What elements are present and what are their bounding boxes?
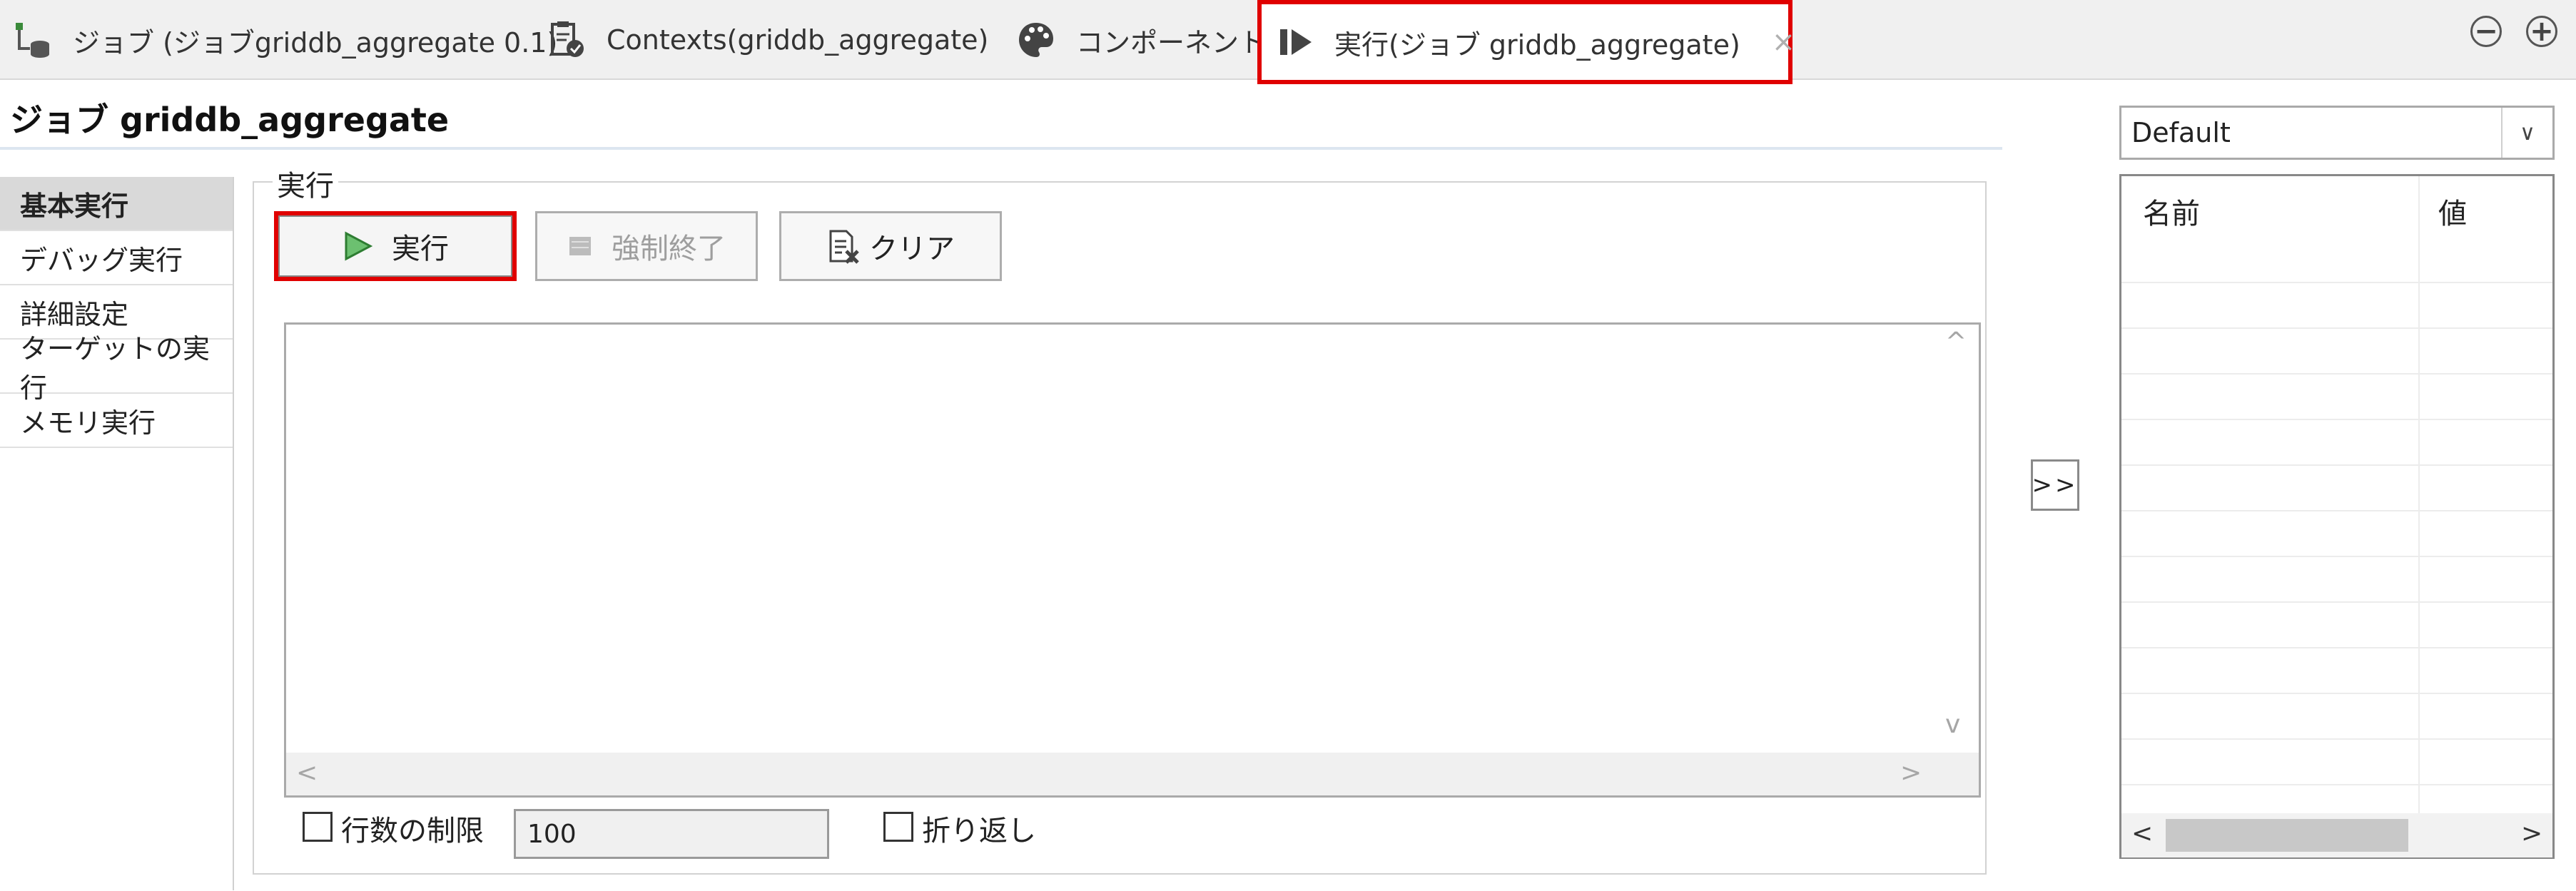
limit-lines-checkbox[interactable] — [303, 812, 333, 842]
kill-button[interactable]: 強制終了 — [535, 211, 758, 281]
nav-item-target-exec[interactable]: ターゲットの実行 — [0, 333, 233, 404]
nav-item-basic-run[interactable]: 基本実行 — [0, 177, 233, 231]
clear-document-icon — [826, 228, 862, 264]
scroll-right-icon[interactable]: > — [1900, 758, 1922, 788]
move-context-button[interactable]: >> — [2031, 459, 2079, 511]
title-divider — [0, 147, 2002, 150]
nav-item-memory-run[interactable]: メモリ実行 — [0, 394, 233, 448]
clipboard-check-icon — [545, 19, 588, 61]
nav-item-label: 基本実行 — [20, 190, 129, 222]
row-line — [2121, 282, 2552, 283]
scroll-right-icon[interactable]: > — [2521, 819, 2542, 848]
scrollbar-thumb[interactable] — [2166, 819, 2408, 852]
context-table: 名前 値 — [2119, 174, 2555, 859]
clear-button-label: クリア — [869, 233, 955, 265]
console-output[interactable] — [284, 322, 1981, 798]
context-select-value: Default — [2131, 117, 2231, 148]
stop-icon — [567, 233, 593, 259]
row-line — [2121, 419, 2552, 420]
console-horizontal-scrollbar[interactable]: < > — [286, 753, 1979, 795]
play-icon — [342, 230, 373, 262]
tab-run-label: 実行(ジョブ griddb_aggregate) — [1334, 29, 1740, 61]
minimize-icon[interactable]: − — [2470, 16, 2502, 47]
row-line — [2121, 510, 2552, 511]
run-icon — [1276, 21, 1316, 63]
row-line — [2121, 738, 2552, 740]
row-line — [2121, 784, 2552, 785]
group-label: 実行 — [273, 163, 338, 204]
nav-item-label: デバッグ実行 — [20, 244, 183, 276]
job-icon — [11, 19, 54, 61]
console-vertical-scrollbar[interactable]: ^ v — [1935, 325, 1979, 753]
editor-tab-bar: ジョブ (ジョブgriddb_aggregate 0.1) Contexts(g… — [0, 0, 2576, 84]
context-select[interactable]: Default ∨ — [2119, 106, 2555, 160]
palette-icon — [1015, 19, 1058, 61]
tab-components[interactable]: コンポーネント — [1015, 0, 1266, 80]
scroll-left-icon[interactable]: < — [296, 758, 318, 788]
row-line — [2121, 373, 2552, 375]
scroll-up-icon[interactable]: ^ — [1945, 327, 1967, 357]
nav-item-debug-run[interactable]: デバッグ実行 — [0, 231, 233, 285]
chevron-down-icon[interactable]: ∨ — [2501, 108, 2552, 158]
close-icon[interactable]: × — [1772, 26, 1796, 58]
clear-button[interactable]: クリア — [779, 211, 1002, 281]
row-line — [2121, 464, 2552, 466]
run-mode-nav: 基本実行 デバッグ実行 詳細設定 ターゲットの実行 メモリ実行 — [0, 177, 234, 890]
maximize-icon[interactable]: + — [2526, 16, 2557, 47]
tab-job-label: ジョブ (ジョブgriddb_aggregate 0.1) — [73, 26, 558, 58]
row-line — [2121, 693, 2552, 694]
scroll-down-icon[interactable]: v — [1945, 710, 1960, 739]
row-line — [2121, 327, 2552, 329]
column-divider — [2418, 176, 2420, 818]
limit-lines-label: 行数の制限 — [341, 815, 484, 847]
nav-item-label: メモリ実行 — [20, 407, 156, 439]
run-button-label: 実行 — [392, 233, 449, 265]
nav-item-label: 詳細設定 — [20, 298, 129, 330]
tab-run[interactable]: 実行(ジョブ griddb_aggregate) × — [1257, 0, 1795, 84]
limit-lines-field[interactable]: 100 — [514, 809, 829, 859]
tab-contexts[interactable]: Contexts(griddb_aggregate) — [545, 0, 988, 80]
kill-button-label: 強制終了 — [612, 233, 726, 265]
wrap-checkbox[interactable] — [883, 812, 913, 842]
column-header-name[interactable]: 名前 — [2143, 190, 2200, 232]
row-line — [2121, 647, 2552, 648]
run-button[interactable]: 実行 — [274, 211, 517, 281]
tab-contexts-label: Contexts(griddb_aggregate) — [607, 24, 989, 56]
page-title: ジョブ griddb_aggregate — [10, 101, 450, 139]
tab-job[interactable]: ジョブ (ジョブgriddb_aggregate 0.1) — [11, 0, 557, 80]
column-header-value[interactable]: 値 — [2438, 190, 2467, 232]
wrap-label: 折り返し — [922, 815, 1036, 847]
row-line — [2121, 601, 2552, 603]
scroll-left-icon[interactable]: < — [2131, 819, 2153, 848]
tab-components-label: コンポーネント — [1076, 26, 1267, 58]
row-line — [2121, 556, 2552, 557]
